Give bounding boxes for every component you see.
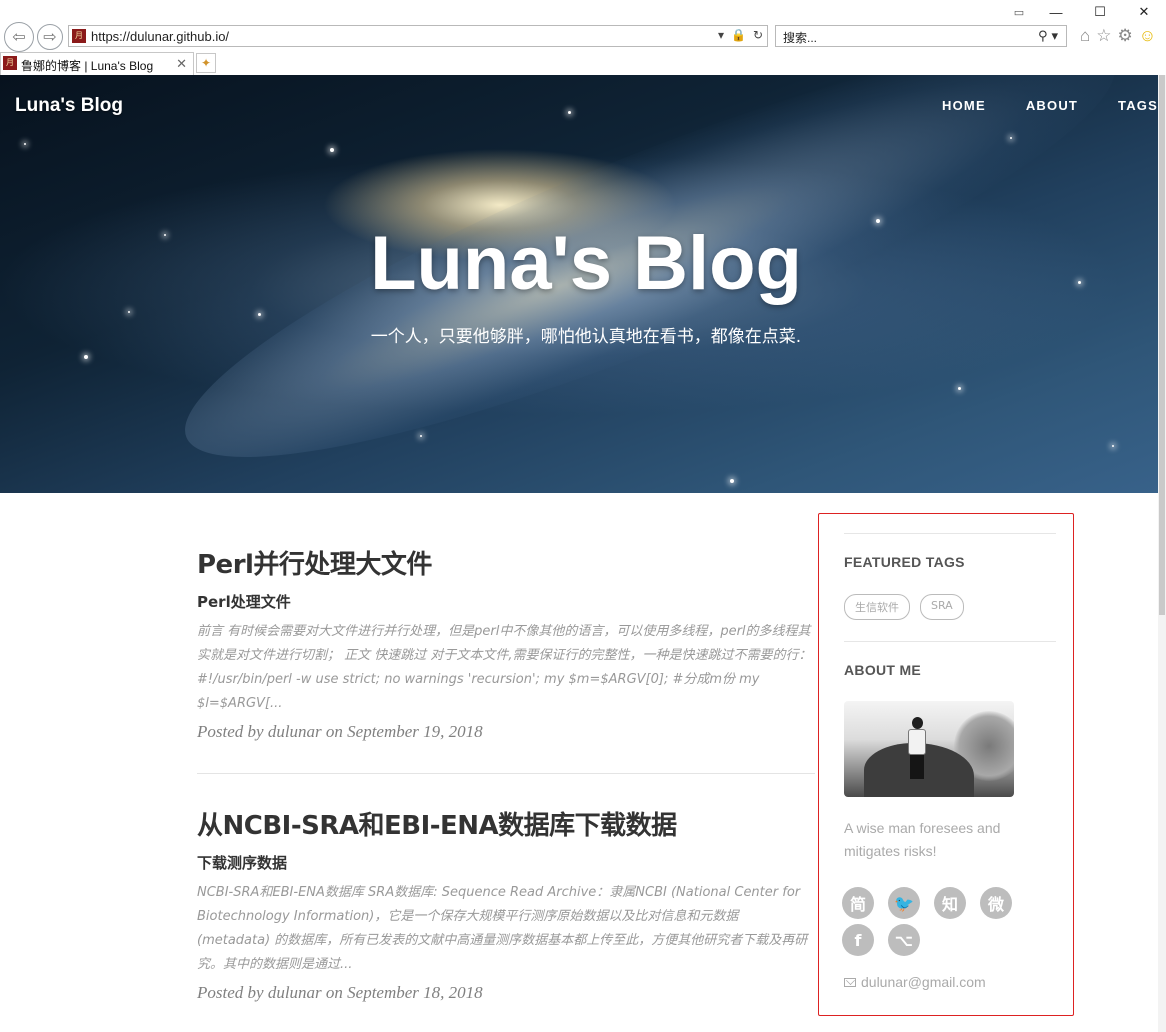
jianshu-icon[interactable]: 简 [842,887,874,919]
gear-icon[interactable]: ⚙ [1118,26,1133,46]
search-icon[interactable]: ⚲ [1038,28,1048,44]
lock-icon[interactable]: 🔒 [731,28,746,42]
site-subtitle: 一个人，只要他够胖，哪怕他认真地在看书，都像在点菜. [370,327,802,347]
home-icon[interactable]: ⌂ [1080,26,1090,46]
new-tab-icon: ✦ [200,56,212,70]
twitter-icon[interactable]: 🐦 [888,887,920,919]
nav-tags[interactable]: TAGS [1118,98,1158,113]
back-icon: ⇦ [12,29,26,46]
refresh-icon[interactable]: ↻ [753,28,763,42]
window-controls: ▭ — ☐ ✕ [1004,2,1166,22]
new-tab-button[interactable]: ✦ [196,53,216,73]
star [730,479,734,483]
forward-button[interactable]: ⇨ [37,24,63,50]
github-icon[interactable]: ⌥ [888,924,920,956]
site-title: Luna's Blog [370,221,802,306]
post-subtitle: Perl处理文件 [197,593,291,611]
browser-tab[interactable]: 月 鲁娜的博客 | Luna's Blog ✕ [0,52,194,75]
zhihu-icon[interactable]: 知 [934,887,966,919]
post-meta: Posted by dulunar on September 19, 2018 [197,722,483,741]
tag-item[interactable]: 生信软件 [844,594,910,620]
tab-title: 鲁娜的博客 | Luna's Blog [21,59,154,73]
maximize-button[interactable]: ☐ [1078,2,1122,22]
star [84,355,88,359]
star [958,387,961,390]
minimize-button[interactable]: — [1034,2,1078,22]
address-tools: ▾ 🔒 ↻ [718,28,763,42]
compat-view-icon[interactable]: ▭ [1004,2,1034,22]
close-window-button[interactable]: ✕ [1122,2,1166,22]
mail-icon [844,977,856,987]
search-tools: ⚲ ▾ [1038,28,1058,44]
tab-favicon-icon: 月 [3,56,17,70]
dropdown-icon[interactable]: ▾ [718,28,724,42]
url-text[interactable]: https://dulunar.github.io/ [91,29,229,44]
star [1010,137,1012,139]
site-favicon-icon: 月 [72,29,86,43]
forward-icon: ⇨ [43,29,57,46]
post-excerpt: 前言 有时候会需要对大文件进行并行处理，但是perl中不像其他的语言，可以使用多… [197,624,812,711]
star [568,111,571,114]
post-preview[interactable]: Perl并行处理大文件 Perl处理文件 前言 有时候会需要对大文件进行并行处理… [197,544,815,742]
search-input[interactable]: 搜索... [783,29,817,46]
star [420,435,422,437]
post-meta: Posted by dulunar on September 18, 2018 [197,983,483,1002]
facebook-icon[interactable]: f [842,924,874,956]
back-button[interactable]: ⇦ [4,22,34,52]
star [330,148,334,152]
featured-tags-heading: FEATURED TAGS [844,554,965,570]
scrollbar[interactable] [1158,75,1166,1032]
star [1112,445,1114,447]
tag-item[interactable]: SRA [920,594,964,620]
hero-banner: Luna's Blog HOME ABOUT TAGS Luna's Blog … [0,75,1166,493]
star-icon[interactable]: ☆ [1096,26,1111,46]
main-nav: HOME ABOUT TAGS [942,98,1158,113]
about-text: A wise man foresees and mitigates risks! [844,820,1001,859]
sidebar-divider [844,641,1056,642]
brand-link[interactable]: Luna's Blog [15,95,123,117]
toolbar-icons: ⌂ ☆ ⚙ ☺ [1080,26,1156,46]
email-text[interactable]: dulunar@gmail.com [861,974,986,990]
search-box[interactable]: 搜索... ⚲ ▾ [775,25,1067,47]
post-title[interactable]: Perl并行处理大文件 [197,544,815,581]
weibo-icon[interactable]: 微 [980,887,1012,919]
about-heading: ABOUT ME [844,662,922,678]
star [128,311,130,313]
tag-list: 生信软件 SRA [844,594,964,620]
post-divider [197,773,815,774]
search-dropdown-icon[interactable]: ▾ [1051,28,1058,44]
email-link[interactable]: dulunar@gmail.com [844,974,986,990]
post-title[interactable]: 从NCBI-SRA和EBI-ENA数据库下载数据 [197,805,815,842]
sidebar: FEATURED TAGS 生信软件 SRA ABOUT ME A wise m… [818,513,1074,1016]
smiley-icon[interactable]: ☺ [1139,26,1156,46]
tab-close-icon[interactable]: ✕ [176,56,187,72]
address-bar[interactable]: 月 https://dulunar.github.io/ ▾ 🔒 ↻ [68,25,768,47]
social-links: 简 🐦 知 微 f ⌥ [842,887,1042,956]
post-preview[interactable]: 从NCBI-SRA和EBI-ENA数据库下载数据 下载测序数据 NCBI-SRA… [197,805,815,1003]
star [24,143,26,145]
nav-home[interactable]: HOME [942,98,986,113]
star [258,313,261,316]
scrollbar-thumb[interactable] [1159,75,1165,615]
browser-chrome: ▭ — ☐ ✕ ⇦ ⇨ 月 https://dulunar.github.io/… [0,0,1166,75]
nav-about[interactable]: ABOUT [1026,98,1078,113]
avatar [844,701,1014,797]
sidebar-divider [844,533,1056,534]
post-excerpt: NCBI-SRA和EBI-ENA数据库 SRA数据库: Sequence Rea… [197,885,808,972]
post-subtitle: 下载测序数据 [197,854,288,872]
